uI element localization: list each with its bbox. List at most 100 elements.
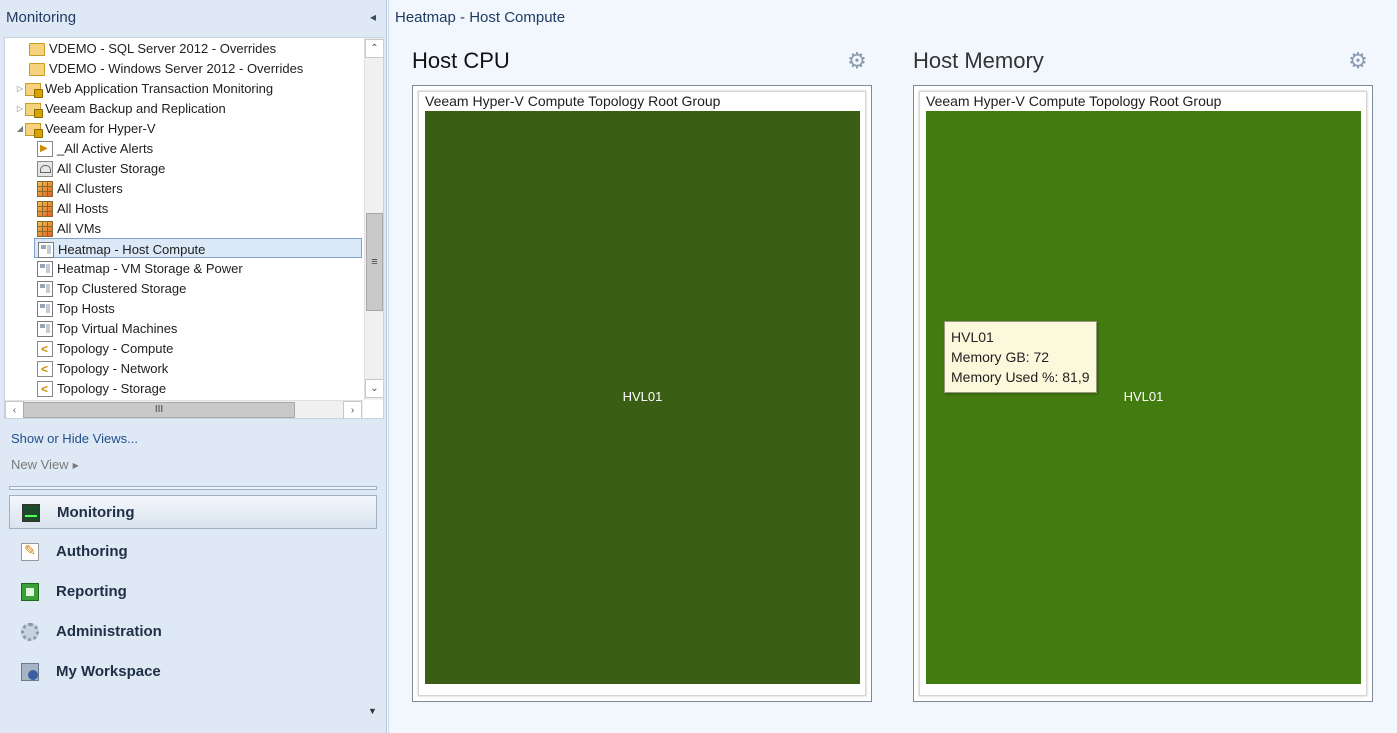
scroll-left-button[interactable]: ‹ [5,401,24,418]
heatmap-container: Veeam Hyper-V Compute Topology Root Grou… [913,85,1373,702]
folder-icon [29,62,45,76]
heatmap-tile[interactable]: HVL01 HVL01 Memory GB: 72 Memory Used %:… [926,111,1361,684]
scroll-up-button[interactable]: ⌃ [365,39,383,58]
tree-item-veeam-for-hyper-v[interactable]: ◢ Veeam for Hyper-V [15,118,156,138]
expand-arrow-icon[interactable]: ▷ [15,79,25,99]
workspace-authoring-button[interactable]: Authoring [9,535,377,569]
panel-title: Host Memory [913,48,1044,73]
dashboard-view-icon [37,320,53,337]
tree-item-label: Topology - Network [57,360,169,376]
collapse-pane-button[interactable]: ◂ [366,9,380,25]
navigation-title: Monitoring [6,9,77,26]
gear-icon[interactable]: ⚙ [846,50,868,72]
new-view-label: New View [11,457,69,472]
heatmap-container: Veeam Hyper-V Compute Topology Root Grou… [412,85,872,702]
workspace-label: My Workspace [56,663,161,680]
tree-item-label: All Clusters [57,180,123,196]
reporting-icon [21,583,39,601]
diagram-view-icon [37,339,53,359]
collapse-arrow-icon[interactable]: ◢ [15,119,25,139]
tile-tooltip: HVL01 Memory GB: 72 Memory Used %: 81,9 [944,321,1097,393]
tree-item-all-vms[interactable]: All VMs [37,218,101,238]
tree-item-all-clusters[interactable]: All Clusters [37,178,123,198]
tree-item-veeam-backup-replication[interactable]: ▷ Veeam Backup and Replication [15,98,226,118]
tooltip-name: HVL01 [951,329,994,345]
tree-item-label: All VMs [57,220,102,236]
workspace-my-workspace-button[interactable]: My Workspace [9,655,377,689]
expand-arrow-icon[interactable]: ▷ [15,99,25,119]
state-view-icon [37,220,53,237]
tree-item-label: Veeam for Hyper-V [45,120,156,136]
vertical-scroll-thumb[interactable]: ≡ [366,213,383,311]
tree-item-topology-compute[interactable]: Topology - Compute [37,338,174,359]
heatmap-frame: Veeam Hyper-V Compute Topology Root Grou… [919,91,1367,696]
workspace-label: Administration [56,623,162,640]
tree-item-label: _All Active Alerts [57,140,154,156]
tree-item-label: All Hosts [57,200,109,216]
scroll-right-button[interactable]: › [343,401,362,418]
tree-item-top-hosts[interactable]: Top Hosts [37,298,115,318]
tree-item-topology-storage[interactable]: Topology - Storage [37,378,167,399]
locked-folder-icon [25,82,43,98]
tree-item-label: Top Virtual Machines [57,320,178,336]
page-title: Heatmap - Host Compute [395,9,566,26]
storage-view-icon [37,160,53,177]
heatmap-frame: Veeam Hyper-V Compute Topology Root Grou… [418,91,866,696]
alert-view-icon [37,139,53,159]
dashboard-view-icon [37,260,53,277]
workspace-reporting-button[interactable]: Reporting [9,575,377,609]
heatmap-tile[interactable]: HVL01 [425,111,860,684]
dashboard-view-icon [38,241,54,258]
navigation-header: Monitoring ◂ [0,0,386,36]
tree-item-label: Topology - Compute [57,340,174,356]
tree-item-label: Topology - Storage [57,380,167,396]
vertical-scrollbar[interactable]: ⌃ ≡ ⌄ [364,38,383,400]
tree-item-vdemo-windows-overrides[interactable]: VDEMO - Windows Server 2012 - Overrides [19,58,303,78]
navigation-pane: Monitoring ◂ VDEMO - SQL Server 2012 - O… [0,0,387,733]
tree-item-top-clustered-storage[interactable]: Top Clustered Storage [37,278,186,298]
dashboard-view-icon [37,300,53,317]
submenu-arrow-icon: ▶ [72,461,79,471]
configure-buttons-arrow-icon[interactable]: ▼ [368,706,377,716]
tree-item-label: Top Hosts [57,300,115,316]
locked-folder-icon [25,122,43,138]
tree-item-web-app-transaction-monitoring[interactable]: ▷ Web Application Transaction Monitoring [15,78,273,98]
workspace-label: Reporting [56,583,127,600]
tree-item-all-active-alerts[interactable]: _All Active Alerts [37,138,154,159]
tree-item-heatmap-vm-storage-power[interactable]: Heatmap - VM Storage & Power [37,258,243,278]
workspace-label: Monitoring [57,504,135,521]
tree-item-topology-network[interactable]: Topology - Network [37,358,169,379]
tree-item-vdemo-sql-overrides[interactable]: VDEMO - SQL Server 2012 - Overrides [19,38,276,58]
horizontal-scroll-thumb[interactable]: III [23,402,295,418]
monitoring-icon [22,504,40,522]
show-hide-views-link[interactable]: Show or Hide Views... [11,431,138,446]
main-content: Heatmap - Host Compute Host CPU ⚙ Veeam … [388,0,1397,733]
tree-item-heatmap-host-compute[interactable]: Heatmap - Host Compute [34,238,362,258]
tree-item-label: Top Clustered Storage [57,280,187,296]
horizontal-scrollbar[interactable]: ‹ III › [5,400,363,418]
tree-item-top-virtual-machines[interactable]: Top Virtual Machines [37,318,177,338]
tree-item-label: Heatmap - VM Storage & Power [57,260,243,276]
locked-folder-icon [25,102,43,118]
pane-splitter[interactable] [9,486,377,490]
tree-item-all-hosts[interactable]: All Hosts [37,198,108,218]
administration-icon [21,623,39,641]
group-label: Veeam Hyper-V Compute Topology Root Grou… [425,93,721,109]
workspace-monitoring-button[interactable]: Monitoring [9,495,377,529]
tooltip-memory-used: Memory Used %: 81,9 [951,369,1090,385]
new-view-menu[interactable]: New View ▶ [11,457,79,472]
tooltip-memory-gb: Memory GB: 72 [951,349,1050,365]
scroll-down-button[interactable]: ⌄ [365,379,383,398]
tree-item-label: Web Application Transaction Monitoring [45,80,274,96]
tree-item-label: Heatmap - Host Compute [58,241,206,257]
folder-icon [29,42,45,56]
tile-label: HVL01 [622,389,663,404]
folder-tree: VDEMO - SQL Server 2012 - Overrides VDEM… [5,38,363,400]
panel-title: Host CPU [412,48,510,73]
tree-item-all-cluster-storage[interactable]: All Cluster Storage [37,158,165,178]
diagram-view-icon [37,379,53,399]
tree-item-label: Veeam Backup and Replication [45,100,226,116]
gear-icon[interactable]: ⚙ [1347,50,1369,72]
workspace-administration-button[interactable]: Administration [9,615,377,649]
my-workspace-icon [21,663,39,681]
